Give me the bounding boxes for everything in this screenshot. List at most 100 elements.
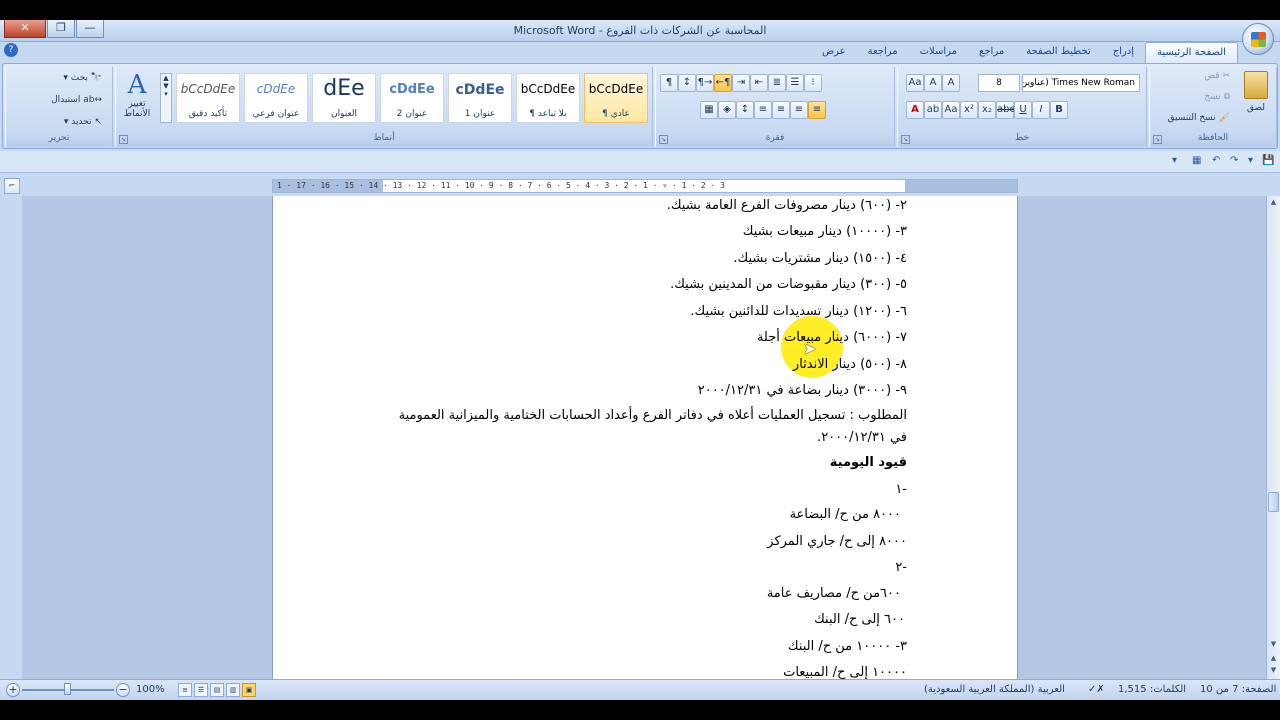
save-icon[interactable]: 💾	[1262, 155, 1274, 166]
font-launcher-icon[interactable]: ↘	[901, 135, 910, 144]
redo-icon[interactable]: ↷	[1230, 155, 1238, 166]
draft-view-icon[interactable]: ≡	[178, 683, 192, 697]
paragraph-launcher-icon[interactable]: ↘	[659, 135, 668, 144]
style-no-spacing[interactable]: bCcDdEe ¶ بلا تباعد	[516, 73, 580, 123]
language-indicator[interactable]: العربية (المملكة العربية السعودية)	[924, 684, 1065, 695]
style-title[interactable]: dEe العنوان	[312, 73, 376, 123]
print-layout-icon[interactable]: ▣	[242, 683, 256, 697]
align-left-icon[interactable]: ≡	[772, 101, 790, 119]
zoom-slider-knob[interactable]	[64, 683, 71, 695]
web-layout-icon[interactable]: ▤	[210, 683, 224, 697]
zoom-level[interactable]: 100%	[136, 684, 165, 695]
font-name-combo[interactable]: Times New Roman (عناوين	[1022, 74, 1140, 92]
styles-scroll[interactable]: ▲ ▼ ▾	[160, 73, 172, 123]
zoom-in-button[interactable]: +	[6, 683, 20, 697]
style-heading-2[interactable]: cDdEe عنوان 2	[380, 73, 444, 123]
vertical-scrollbar[interactable]: ▲ ▼ ▲ ▼	[1266, 196, 1280, 679]
dropdown-arrow-icon[interactable]: ▾	[1248, 155, 1253, 166]
word-count[interactable]: الكلمات: 1,515	[1118, 684, 1186, 695]
scroll-thumb[interactable]	[1268, 492, 1279, 512]
select-cursor-icon: ↖	[94, 117, 102, 127]
justify-icon[interactable]: ≡	[754, 101, 772, 119]
view-toolbar: ▾ ▦ ↶ ↷ ▾ 💾	[0, 151, 1280, 173]
style-name: ¶ عادي	[602, 109, 630, 119]
replace-label: استبدال	[51, 95, 81, 105]
horizontal-ruler[interactable]: 1 · 17 · 16 · 15 · 14 · 13 · 12 · 11 · 1…	[272, 179, 1018, 193]
tab-home[interactable]: الصفحة الرئيسية	[1145, 42, 1238, 64]
tab-mailings[interactable]: مراسلات	[909, 42, 968, 64]
undo-icon[interactable]: ↶	[1212, 155, 1220, 166]
style-name: عنوان 1	[464, 109, 496, 119]
indent-decrease-icon[interactable]: ⇤	[750, 74, 768, 92]
indent-increase-icon[interactable]: ⇥	[732, 74, 750, 92]
tab-page-layout[interactable]: تخطيط الصفحة	[1015, 42, 1102, 64]
format-painter-button[interactable]: نسخ التنسيق 🖌	[1168, 113, 1230, 123]
document-page[interactable]: ٢- (٦٠٠) دينار مصروفات الفرع العامة بشيك…	[272, 196, 1018, 679]
styles-launcher-icon[interactable]: ↘	[119, 135, 128, 144]
sort-icon[interactable]: ↕	[678, 74, 696, 92]
help-icon[interactable]: ?	[4, 43, 18, 57]
proofing-icon[interactable]: ✓✗	[1088, 684, 1105, 695]
clipboard-group-label: الحافظة ↘	[1150, 133, 1276, 147]
office-button[interactable]	[1242, 23, 1274, 55]
line-spacing-icon[interactable]: ↕	[736, 101, 754, 119]
zoom-out-button[interactable]: −	[116, 683, 130, 697]
tab-references[interactable]: مراجع	[968, 42, 1015, 64]
change-styles-button[interactable]: A تغيير الأنماط	[118, 71, 156, 119]
clear-format-icon[interactable]: Aa	[942, 101, 960, 119]
style-name: عنوان فرعي	[252, 109, 300, 119]
multilevel-list-icon[interactable]: ≣	[768, 74, 786, 92]
shrink-font-icon[interactable]: A	[942, 74, 960, 92]
scroll-up-icon[interactable]: ▲	[1267, 196, 1280, 209]
style-heading-1[interactable]: cDdEe عنوان 1	[448, 73, 512, 123]
next-page-icon[interactable]: ▼	[1267, 664, 1280, 677]
replace-button[interactable]: استبدال ab↔	[51, 95, 102, 105]
customize-icon[interactable]: ▾	[1172, 155, 1177, 166]
clipboard-launcher-icon[interactable]: ↘	[1153, 135, 1162, 144]
tab-view[interactable]: عرض	[811, 42, 857, 64]
tab-review[interactable]: مراجعة	[857, 42, 909, 64]
table-icon[interactable]: ▦	[1192, 155, 1201, 166]
center-icon[interactable]: ≡	[790, 101, 808, 119]
style-normal[interactable]: bCcDdEe ¶ عادي	[584, 73, 648, 123]
bold-button[interactable]: B	[1050, 101, 1068, 119]
font-size-combo[interactable]: 8	[978, 74, 1020, 92]
shading-icon[interactable]: ◈	[718, 101, 736, 119]
tab-selector[interactable]: ⌐	[4, 178, 20, 194]
paragraph-group-label: فقرة ↘	[656, 133, 894, 147]
font-color-icon[interactable]: A	[906, 101, 924, 119]
tab-insert[interactable]: إدراج	[1102, 42, 1145, 64]
find-button[interactable]: ▾ بحث 🔭	[63, 73, 102, 83]
cut-button[interactable]: قص ✂	[1204, 71, 1230, 81]
align-right-icon[interactable]: ≡	[808, 101, 826, 119]
bullets-icon[interactable]: ⁝	[804, 74, 822, 92]
full-screen-reading-icon[interactable]: ▥	[226, 683, 240, 697]
change-styles-label-2: الأنماط	[123, 109, 151, 119]
ruler-numbers: 1 · 17 · 16 · 15 · 14 · 13 · 12 · 11 · 1…	[277, 181, 725, 190]
underline-button[interactable]: U	[1014, 101, 1032, 119]
subscript-button[interactable]: x₂	[978, 101, 996, 119]
font-label-text: خط	[1014, 133, 1030, 143]
style-name: العنوان	[330, 109, 358, 119]
highlight-icon[interactable]: ab	[924, 101, 942, 119]
change-case-icon[interactable]: Aa	[906, 74, 924, 92]
numbered-list-icon[interactable]: ☰	[786, 74, 804, 92]
superscript-button[interactable]: x²	[960, 101, 978, 119]
ltr-icon[interactable]: ¶→	[696, 74, 714, 92]
show-marks-icon[interactable]: ¶	[660, 74, 678, 92]
style-subtitle[interactable]: cDdEe عنوان فرعي	[244, 73, 308, 123]
grow-font-icon[interactable]: A	[924, 74, 942, 92]
strike-button[interactable]: abe	[996, 101, 1016, 119]
italic-button[interactable]: I	[1032, 101, 1050, 119]
page-count[interactable]: الصفحة: 7 من 10	[1200, 684, 1276, 695]
borders-icon[interactable]: ▦	[700, 101, 718, 119]
paste-button[interactable]: لصق	[1242, 71, 1270, 113]
scroll-down-icon[interactable]: ▼	[1267, 638, 1280, 651]
style-sample: bCcDdEe	[180, 82, 236, 96]
outline-view-icon[interactable]: ☰	[194, 683, 208, 697]
copy-label: نسخ	[1204, 92, 1221, 102]
rtl-icon[interactable]: ←¶	[714, 74, 732, 92]
copy-button[interactable]: نسخ ⧉	[1204, 92, 1230, 102]
select-button[interactable]: ▾ تحديد ↖	[64, 117, 102, 127]
style-subtle-emphasis[interactable]: bCcDdEe تأكيد دقيق	[176, 73, 240, 123]
